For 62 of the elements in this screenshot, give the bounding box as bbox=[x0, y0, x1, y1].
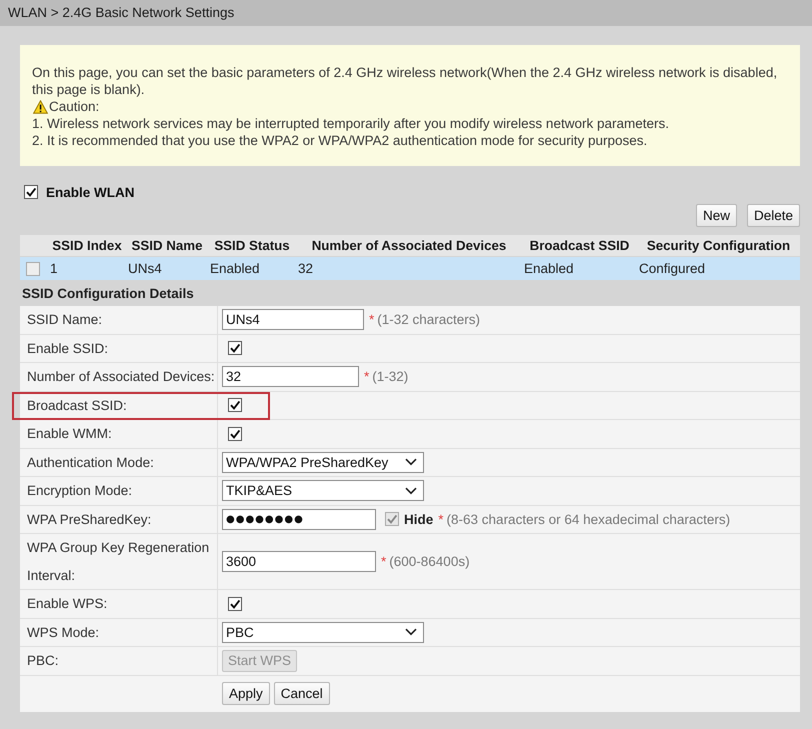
table-row[interactable]: 1 UNs4 Enabled 32 Enabled Configured bbox=[20, 257, 800, 280]
row-checkbox[interactable] bbox=[26, 262, 40, 276]
required-mark: * bbox=[369, 312, 374, 328]
table-cell: Configured bbox=[639, 261, 706, 276]
password-field[interactable]: ●●●●●●●● bbox=[222, 508, 376, 530]
checkbox[interactable] bbox=[24, 185, 38, 199]
column-header: Security Configuration bbox=[646, 238, 790, 253]
text-field[interactable]: 3600 bbox=[222, 551, 376, 572]
field-label: Encryption Mode: bbox=[27, 483, 132, 498]
hint-text: (1-32 characters) bbox=[377, 312, 480, 328]
checkbox[interactable] bbox=[228, 398, 242, 412]
warning-icon bbox=[33, 100, 48, 114]
field-label: Enable WMM: bbox=[27, 426, 112, 441]
checkbox[interactable] bbox=[228, 596, 242, 611]
field-label: Number of Associated Devices: bbox=[27, 369, 215, 384]
apply-button[interactable]: Apply bbox=[222, 682, 270, 705]
field-label: Enable WPS: bbox=[27, 596, 108, 611]
column-header: SSID Status bbox=[214, 238, 290, 253]
select-field[interactable]: PBC bbox=[222, 622, 424, 643]
field-label: Broadcast SSID: bbox=[27, 398, 127, 412]
column-header: Broadcast SSID bbox=[530, 238, 630, 253]
field-label: WPA Group Key Regeneration Interval: bbox=[27, 540, 210, 582]
cancel-button[interactable]: Cancel bbox=[274, 682, 330, 705]
field-label: Authentication Mode: bbox=[27, 454, 154, 470]
notice-item: 1. Wireless network services may be interrupted temporarily after you modify wireless network parameters. bbox=[32, 115, 670, 132]
field-label: SSID Name: bbox=[27, 312, 102, 327]
required-mark: * bbox=[438, 512, 444, 527]
delete-button[interactable]: Delete bbox=[746, 204, 800, 227]
notice-text: On this page, you can set the basic parameters of 2.4 GHz wireless network(When the 2.4 GHz wireless network is disabled, this page is blank). bbox=[32, 64, 778, 98]
checkbox[interactable] bbox=[228, 426, 242, 441]
field-label: WPA PreSharedKey: bbox=[27, 512, 152, 526]
select-field[interactable]: TKIP&AES bbox=[222, 480, 424, 502]
caution-label: Caution: bbox=[49, 98, 100, 115]
column-header: Number of Associated Devices bbox=[312, 238, 506, 253]
enable-wlan-label: Enable WLAN bbox=[46, 184, 135, 200]
select-field[interactable]: WPA/WPA2 PreSharedKey bbox=[222, 452, 424, 473]
chevron-down-icon bbox=[405, 628, 417, 636]
table-cell: Enabled bbox=[210, 261, 260, 276]
chevron-down-icon bbox=[405, 458, 417, 466]
field-label: WPS Mode: bbox=[27, 624, 100, 640]
hint-text: (600-86400s) bbox=[389, 554, 470, 569]
section-title: SSID Configuration Details bbox=[21, 286, 195, 301]
hint-text: (8-63 characters or 64 hexadecimal characters) bbox=[446, 512, 730, 527]
chevron-down-icon bbox=[405, 486, 417, 495]
field-label: Enable SSID: bbox=[27, 340, 108, 356]
checkbox[interactable] bbox=[228, 341, 242, 356]
table-cell: Enabled bbox=[524, 261, 574, 276]
page-title: WLAN > 2.4G Basic Network Settings bbox=[8, 5, 234, 20]
table-cell: UNs4 bbox=[128, 261, 162, 276]
hide-label: Hide bbox=[404, 512, 434, 527]
text-field[interactable]: UNs4 bbox=[222, 309, 364, 330]
notice-item: 2. It is recommended that you use the WPA2 or WPA/WPA2 authentication mode for security purposes. bbox=[32, 132, 648, 149]
required-mark: * bbox=[364, 369, 370, 384]
required-mark: * bbox=[381, 554, 386, 569]
table-cell: 1 bbox=[50, 261, 58, 276]
new-button[interactable]: New bbox=[696, 204, 737, 227]
hint-text: (1-32) bbox=[372, 369, 408, 384]
table-cell: 32 bbox=[298, 261, 314, 276]
field-label: PBC: bbox=[27, 653, 59, 668]
column-header: SSID Name bbox=[132, 238, 202, 253]
column-header: SSID Index bbox=[52, 238, 122, 253]
text-field[interactable]: 32 bbox=[222, 366, 359, 388]
